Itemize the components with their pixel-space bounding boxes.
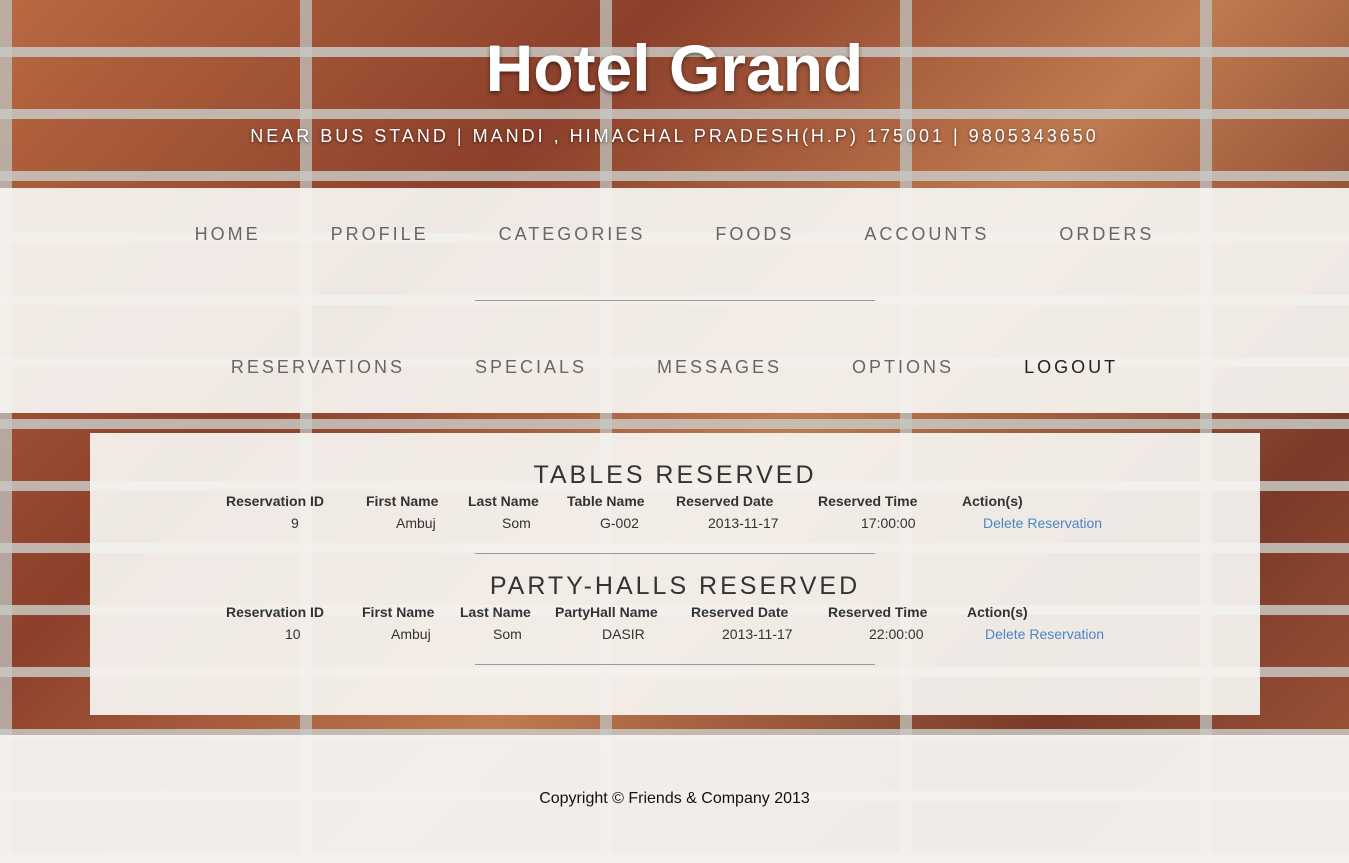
last-name: Som (493, 626, 522, 642)
col-header: First Name (366, 493, 439, 509)
site-title: Hotel Grand (485, 31, 864, 105)
col-header: Action(s) (962, 493, 1023, 509)
party-halls-reserved-title: PARTY-HALLS RESERVED (489, 572, 861, 600)
col-header: Last Name (460, 604, 531, 620)
reservation-id: 10 (285, 626, 301, 642)
nav-row-primary: HOME PROFILE CATEGORIES FOODS ACCOUNTS O… (0, 224, 1349, 245)
tables-reserved-title: TABLES RESERVED (533, 461, 817, 489)
col-header: PartyHall Name (555, 604, 658, 620)
col-header: First Name (362, 604, 435, 620)
copyright-text: Copyright © Friends & Company 2013 (539, 790, 810, 807)
nav-messages[interactable]: MESSAGES (657, 357, 782, 378)
table-name: G-002 (600, 515, 639, 531)
delete-reservation-link[interactable]: Delete Reservation (983, 515, 1102, 531)
nav-accounts[interactable]: ACCOUNTS (864, 224, 989, 245)
reserved-date: 2013-11-17 (722, 626, 793, 642)
col-header: Reserved Time (828, 604, 928, 620)
site-footer: Copyright © Friends & Company 2013 (0, 735, 1349, 863)
reserved-time: 17:00:00 (861, 515, 916, 531)
col-header: Reservation ID (226, 604, 325, 620)
reservation-id: 9 (291, 515, 299, 531)
nav-specials[interactable]: SPECIALS (475, 357, 587, 378)
nav-options[interactable]: OPTIONS (852, 357, 954, 378)
section-divider (475, 664, 875, 665)
last-name: Som (502, 515, 531, 531)
reserved-time: 22:00:00 (869, 626, 924, 642)
col-header: Reserved Date (676, 493, 774, 509)
partyhall-name: DASIR (602, 626, 645, 642)
col-header: Reserved Date (691, 604, 789, 620)
col-header: Action(s) (967, 604, 1028, 620)
reserved-date: 2013-11-17 (708, 515, 779, 531)
reservations-panel: TABLES RESERVED Reservation ID First Nam… (90, 433, 1260, 715)
col-header: Reservation ID (226, 493, 325, 509)
col-header: Reserved Time (818, 493, 918, 509)
site-header: Hotel Grand NEAR BUS STAND | MANDI , HIM… (0, 0, 1349, 188)
section-divider (475, 553, 875, 554)
nav-home[interactable]: HOME (195, 224, 261, 245)
nav-divider (475, 300, 875, 301)
first-name: Ambuj (396, 515, 436, 531)
site-address: NEAR BUS STAND | MANDI , HIMACHAL PRADES… (250, 126, 1099, 146)
nav-orders[interactable]: ORDERS (1059, 224, 1154, 245)
nav-reservations[interactable]: RESERVATIONS (231, 357, 405, 378)
delete-reservation-link[interactable]: Delete Reservation (985, 626, 1104, 642)
nav-profile[interactable]: PROFILE (331, 224, 429, 245)
col-header: Table Name (567, 493, 645, 509)
nav-logout[interactable]: LOGOUT (1024, 357, 1118, 378)
first-name: Ambuj (391, 626, 431, 642)
col-header: Last Name (468, 493, 539, 509)
nav-row-secondary: RESERVATIONS SPECIALS MESSAGES OPTIONS L… (0, 357, 1349, 378)
nav-categories[interactable]: CATEGORIES (499, 224, 646, 245)
nav-foods[interactable]: FOODS (715, 224, 794, 245)
